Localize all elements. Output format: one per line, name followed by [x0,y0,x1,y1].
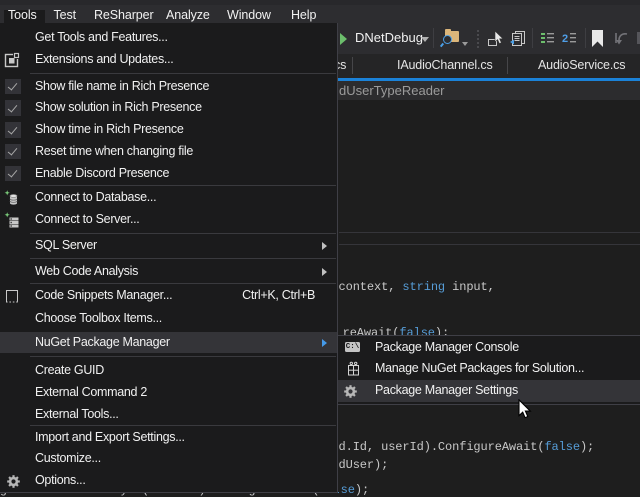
svg-text:2: 2 [562,33,568,45]
